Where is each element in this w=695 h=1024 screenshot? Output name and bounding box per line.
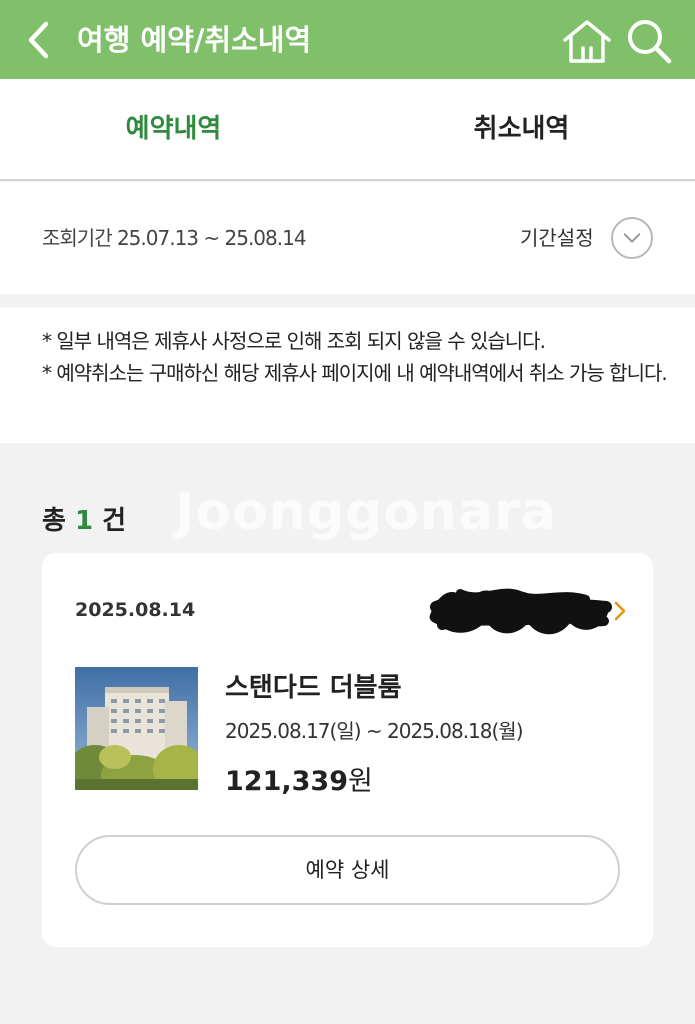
booking-detail-button[interactable]: 예약 상세 [75, 835, 620, 905]
period-set-label[interactable]: 기간설정 [520, 222, 594, 251]
stay-dates: 2025.08.17(일) ~ 2025.08.18(월) [225, 719, 524, 743]
notice-line: * 예약취소는 구매하신 해당 제휴사 페이지에 내 예약내역에서 취소 가능 … [42, 361, 668, 385]
price-amount: 121,339 [225, 766, 348, 797]
room-name: 스탠다드 더블룸 [225, 673, 402, 703]
booking-tabs: 예약내역 취소내역 [0, 79, 695, 181]
tab-cancellations[interactable]: 취소내역 [348, 79, 695, 179]
total-suffix: 건 [102, 506, 127, 536]
back-chevron-icon[interactable] [22, 18, 58, 62]
search-icon[interactable] [625, 17, 673, 65]
notice-line: * 일부 내역은 제휴사 사정으로 인해 조회 되지 않을 수 있습니다. [42, 329, 546, 353]
hotel-thumbnail-image [75, 667, 198, 790]
period-range: 조회기간 25.07.13 ~ 25.08.14 [42, 226, 307, 250]
watermark: Joonggonara [175, 482, 557, 542]
tab-reservations[interactable]: 예약내역 [0, 79, 347, 179]
total-number: 1 [74, 506, 94, 536]
booking-card[interactable]: 2025.08.14 스탠다드 더블룸 2025.08.17(일) ~ 2025… [42, 553, 653, 947]
period-filter: 조회기간 25.07.13 ~ 25.08.14 기간설정 [0, 182, 695, 294]
redaction-scribble [429, 588, 612, 635]
total-count: 총 1 건 [42, 500, 126, 537]
page-title: 여행 예약/취소내역 [77, 23, 312, 57]
total-prefix: 총 [42, 506, 66, 536]
home-icon[interactable] [562, 18, 612, 64]
booking-date: 2025.08.14 [75, 599, 196, 621]
chevron-right-icon[interactable] [613, 600, 627, 622]
app-header: 여행 예약/취소내역 [0, 0, 695, 79]
price-currency: 원 [347, 766, 373, 797]
period-dropdown-button[interactable] [611, 217, 653, 259]
notice-box: * 일부 내역은 제휴사 사정으로 인해 조회 되지 않을 수 있습니다. * … [0, 307, 695, 443]
price: 121,339원 [225, 759, 373, 798]
